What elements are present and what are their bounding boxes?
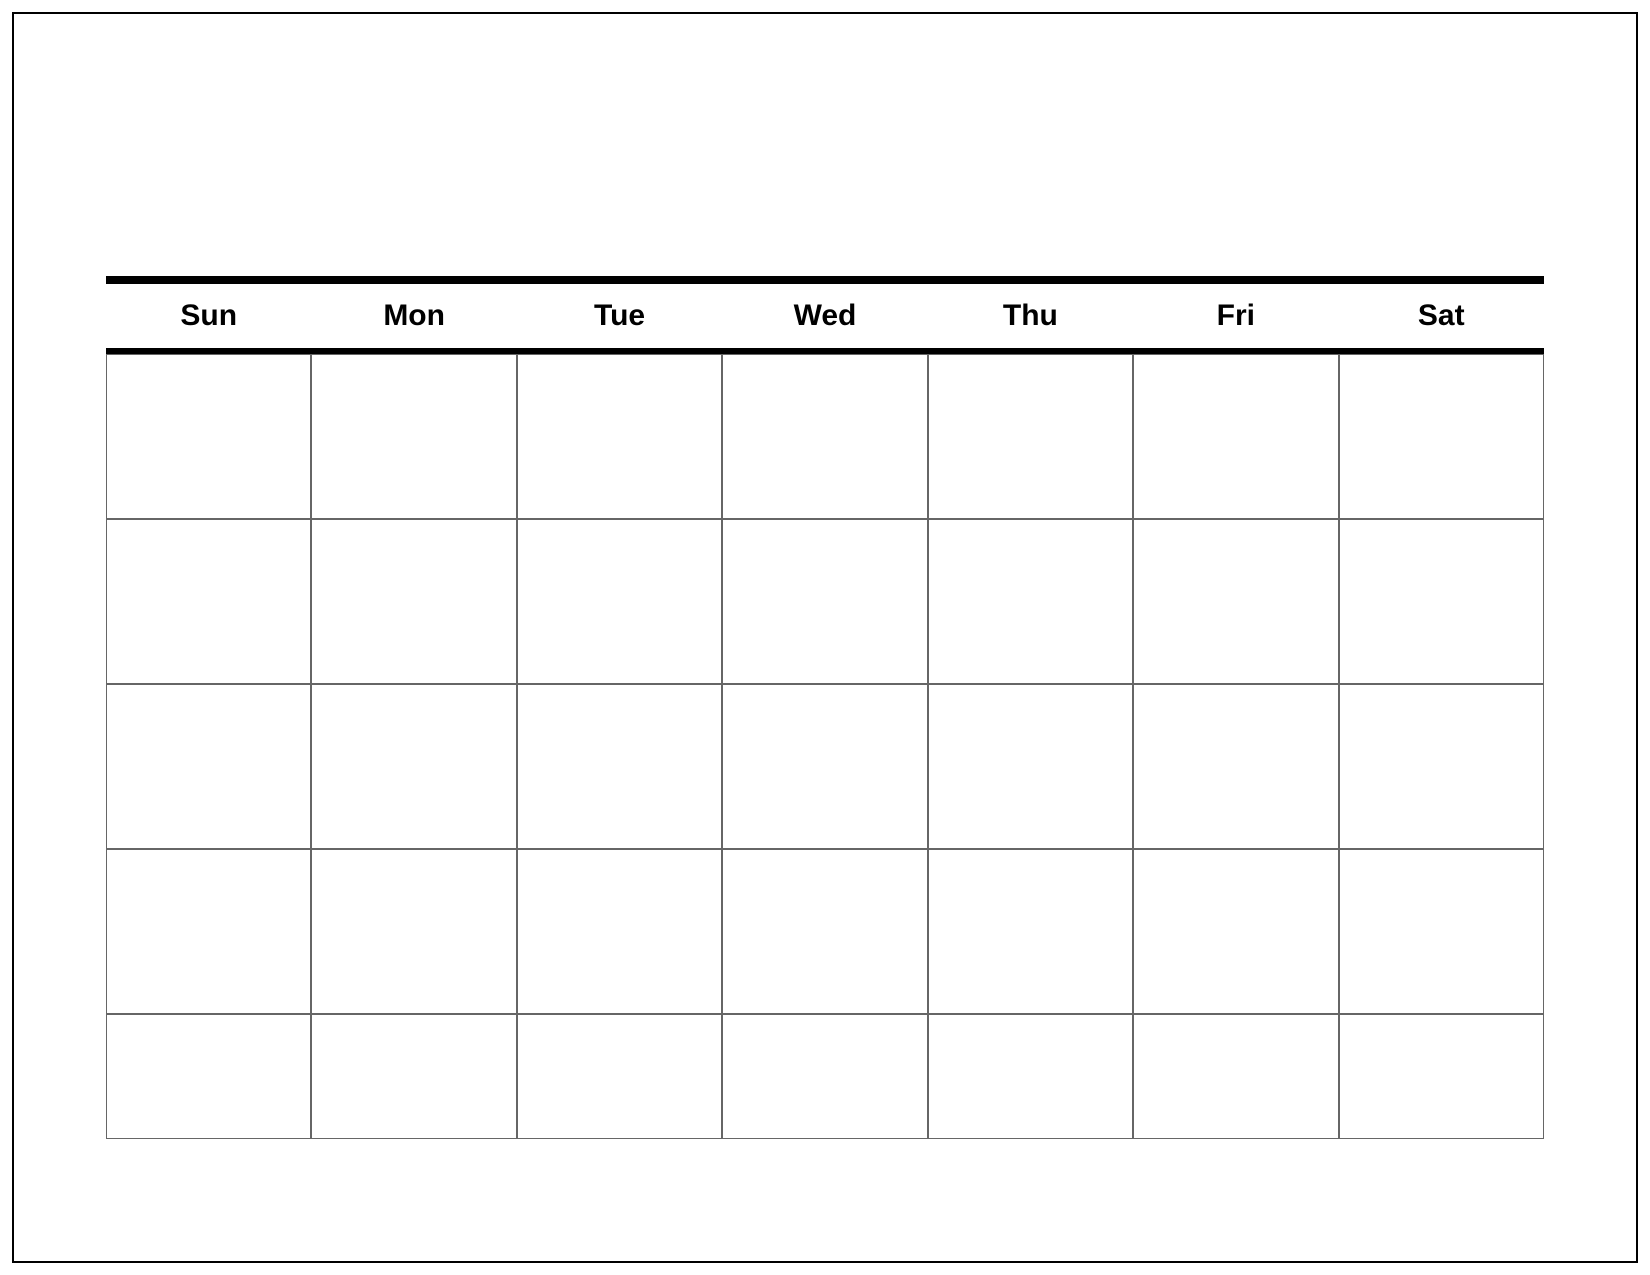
calendar-row bbox=[106, 849, 1544, 1014]
calendar-cell[interactable] bbox=[106, 1014, 311, 1139]
calendar-cell[interactable] bbox=[1133, 684, 1338, 849]
calendar-cell[interactable] bbox=[1339, 1014, 1544, 1139]
calendar-cell[interactable] bbox=[722, 849, 927, 1014]
calendar-cell[interactable] bbox=[106, 849, 311, 1014]
calendar-cell[interactable] bbox=[1339, 849, 1544, 1014]
calendar-cell[interactable] bbox=[928, 849, 1133, 1014]
calendar-cell[interactable] bbox=[928, 1014, 1133, 1139]
calendar-cell[interactable] bbox=[311, 849, 516, 1014]
calendar-cell[interactable] bbox=[1339, 684, 1544, 849]
calendar-cell[interactable] bbox=[1133, 519, 1338, 684]
calendar-cell[interactable] bbox=[928, 354, 1133, 519]
day-header-mon: Mon bbox=[311, 284, 516, 348]
calendar-cell[interactable] bbox=[311, 1014, 516, 1139]
day-header-tue: Tue bbox=[517, 284, 722, 348]
calendar-cell[interactable] bbox=[311, 519, 516, 684]
day-header-sat: Sat bbox=[1339, 284, 1544, 348]
calendar-cell[interactable] bbox=[311, 684, 516, 849]
calendar-cell[interactable] bbox=[517, 684, 722, 849]
calendar-cell[interactable] bbox=[517, 849, 722, 1014]
calendar-cell[interactable] bbox=[722, 1014, 927, 1139]
calendar-header-row: Sun Mon Tue Wed Thu Fri Sat bbox=[106, 284, 1544, 354]
calendar-row bbox=[106, 354, 1544, 519]
calendar-cell[interactable] bbox=[1339, 519, 1544, 684]
day-header-thu: Thu bbox=[928, 284, 1133, 348]
calendar-cell[interactable] bbox=[311, 354, 516, 519]
calendar-cell[interactable] bbox=[722, 354, 927, 519]
day-header-fri: Fri bbox=[1133, 284, 1338, 348]
calendar-cell[interactable] bbox=[517, 1014, 722, 1139]
calendar-cell[interactable] bbox=[106, 354, 311, 519]
calendar-cell[interactable] bbox=[1339, 354, 1544, 519]
calendar-top-rule bbox=[106, 276, 1544, 284]
calendar-cell[interactable] bbox=[517, 519, 722, 684]
calendar-row bbox=[106, 684, 1544, 849]
day-header-wed: Wed bbox=[722, 284, 927, 348]
calendar-cell[interactable] bbox=[928, 684, 1133, 849]
calendar-cell[interactable] bbox=[1133, 1014, 1338, 1139]
page-frame: Sun Mon Tue Wed Thu Fri Sat bbox=[12, 12, 1638, 1263]
calendar-cell[interactable] bbox=[722, 684, 927, 849]
calendar-cell[interactable] bbox=[722, 519, 927, 684]
day-header-sun: Sun bbox=[106, 284, 311, 348]
calendar: Sun Mon Tue Wed Thu Fri Sat bbox=[106, 276, 1544, 1139]
calendar-row bbox=[106, 1014, 1544, 1139]
calendar-cell[interactable] bbox=[106, 684, 311, 849]
calendar-grid bbox=[106, 354, 1544, 1139]
calendar-cell[interactable] bbox=[928, 519, 1133, 684]
calendar-cell[interactable] bbox=[106, 519, 311, 684]
calendar-cell[interactable] bbox=[517, 354, 722, 519]
calendar-cell[interactable] bbox=[1133, 354, 1338, 519]
calendar-row bbox=[106, 519, 1544, 684]
calendar-cell[interactable] bbox=[1133, 849, 1338, 1014]
